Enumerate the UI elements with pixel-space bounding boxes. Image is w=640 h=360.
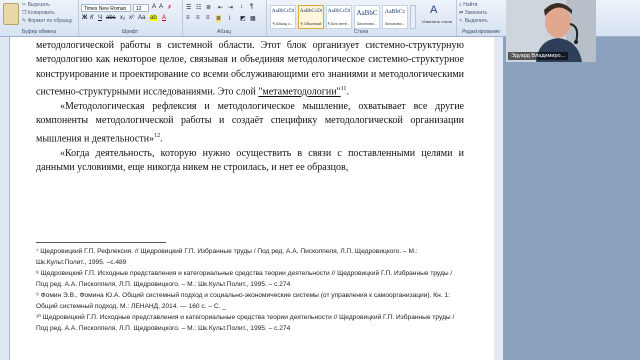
styles-group-label: Стили [353,29,369,35]
justify-icon[interactable]: ≣ [216,15,222,22]
font-group-label: Шрифт [121,29,139,35]
document-body[interactable]: методологической работы в системной обла… [36,39,464,175]
participant-name: Эдуард Владимиро... [508,52,569,60]
find-button[interactable]: ⌕ Найти [459,2,477,8]
style-item[interactable]: AaBbC Заголово... [354,5,380,29]
bullets-icon[interactable]: ☰ [186,4,191,11]
vertical-scrollbar[interactable] [494,37,503,360]
clipboard-group-label: Буфер обмена [22,29,56,35]
align-center-icon[interactable]: ≡ [196,15,200,21]
sort-icon[interactable]: ↕ [240,4,243,10]
footnote-separator [36,242,166,243]
vertical-ruler [0,37,10,360]
multilevel-list-icon[interactable]: ≣ [206,4,211,11]
metamethodology-term: "метаметодологии" [258,86,341,98]
paste-button[interactable] [3,3,19,25]
paragraph-3: «Когда деятельность, которую нужно осуще… [36,147,464,173]
cut-button[interactable]: ✂ Вырезать [22,2,50,8]
clear-format-icon[interactable]: ✗ [167,4,172,11]
scissors-icon: ✂ [22,2,27,8]
copy-icon: ❐ [22,10,27,16]
footnote-ref-11: 11 [340,86,347,93]
change-styles-button[interactable]: A Изменить стили [420,3,454,31]
style-item[interactable]: AaBbCc Заголово... [382,5,408,29]
strikethrough-button[interactable]: abc [106,15,116,21]
editing-group: ⌕ Найти ⇄ Заменить ↖ Выделить Редактиров… [456,0,506,36]
footnote-item: ⁷ Щедровицкий Г.П. Рефлексия. // Щедрови… [36,248,418,266]
copy-button[interactable]: ❐ Копировать [22,10,55,16]
clipboard-group: ✂ Вырезать ❐ Копировать ✎ Формат по обра… [0,0,79,36]
footnote-ref-12: 12 [154,132,161,139]
bold-button[interactable]: Ж [82,15,87,21]
footnotes: ⁷ Щедровицкий Г.П. Рефлексия. // Щедрови… [36,246,466,334]
highlight-button[interactable]: ab [150,15,157,21]
style-item[interactable]: AaBbCcDt ¶ Абзац с... [270,5,296,29]
increase-indent-icon[interactable]: ⇥ [228,4,233,11]
decrease-indent-icon[interactable]: ⇤ [218,4,223,11]
binoculars-icon: ⌕ [459,2,462,8]
font-color-button[interactable]: A [162,15,166,21]
footnote-item: ⁸ Щедровицкий Г.П. Исходные представлени… [36,270,453,288]
select-button[interactable]: ↖ Выделить [459,18,488,24]
underline-button[interactable]: Ч [98,15,102,21]
styles-group: AaBbCcDt ¶ Абзац с... AaBbCcDt ¶ Обычный… [266,0,457,36]
footnote-item: ¹⁰ Щедровицкий Г.П. Исходные представлен… [36,314,455,332]
change-case-button[interactable]: Aa [138,15,145,21]
numbering-icon[interactable]: ☷ [196,4,201,11]
window-controls-area [598,0,640,36]
cursor-icon: ↖ [459,18,464,24]
align-left-icon[interactable]: ≡ [186,15,190,21]
format-painter-button[interactable]: ✎ Формат по образцу [22,18,72,24]
italic-button[interactable]: К [90,15,94,21]
webcam-video: Эдуард Владимиро... [506,0,596,62]
font-size-combo[interactable]: 12 [133,4,149,12]
grow-font-button[interactable]: A [152,4,156,10]
line-spacing-icon[interactable]: ↨ [228,15,231,21]
style-item[interactable]: AaBbCcDt ¶ Обычный [298,5,324,29]
paragraph-group-label: Абзац [216,29,232,35]
font-name-combo[interactable]: Times New Roman [81,4,131,12]
shading-icon[interactable]: ◩ [240,15,246,22]
replace-icon: ⇄ [459,10,464,16]
align-right-icon[interactable]: ≡ [206,15,210,21]
paragraph-group: ☰ ☷ ≣ ⇤ ⇥ ↕ ¶ ≡ ≡ ≡ ≣ ↨ ◩ ▦ Абзац [182,0,267,36]
change-styles-icon: A [430,4,438,16]
pilcrow-icon[interactable]: ¶ [250,4,253,10]
paragraph-1: методологической работы в системной обла… [36,40,464,98]
footnote-item: ⁹ Фомин Э.В., Фомина Ю.А. Общий системны… [36,292,450,310]
replace-button[interactable]: ⇄ Заменить [459,10,487,16]
shrink-font-button[interactable]: A [159,4,163,10]
brush-icon: ✎ [22,18,27,24]
borders-icon[interactable]: ▦ [250,15,256,22]
styles-scroll-button[interactable] [410,5,416,29]
document-page[interactable]: методологической работы в системной обла… [10,37,494,360]
superscript-button[interactable]: x² [129,15,134,21]
subscript-button[interactable]: x₂ [120,15,125,21]
editing-group-label: Редактирование [461,29,501,35]
style-item[interactable]: AaBbCcDt ¶ Без инте... [326,5,352,29]
paragraph-2: «Методологическая рефлексия и методологи… [36,100,464,145]
font-group: Times New Roman 12 A A ✗ Ж К Ч abc x₂ x²… [78,0,183,36]
